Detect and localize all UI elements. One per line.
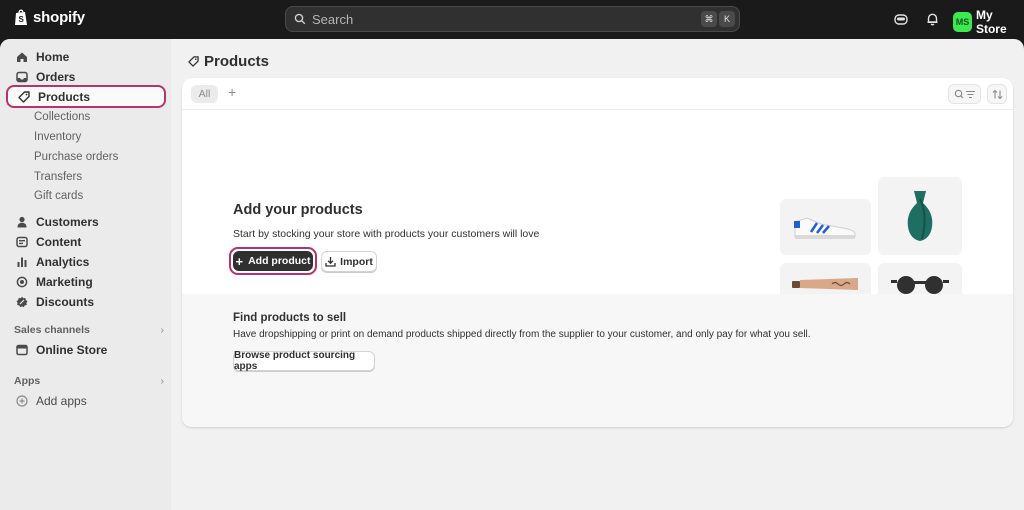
sneaker-illustration [780,199,871,255]
chevron-right-icon: › [160,375,165,387]
import-label: Import [340,255,373,268]
filter-bar: All + [182,78,1013,110]
person-icon [16,216,28,228]
products-card: All + Add your products Start by stockin… [182,78,1013,427]
tube-icon [791,278,858,290]
app-shell: Home Orders Products Collections Invento… [0,39,1024,510]
store-name: My Store [975,8,1007,36]
sidebar-item-analytics[interactable]: Analytics [6,251,166,273]
sidebar-item-products[interactable]: Products [6,85,166,108]
sneaker-icon [793,217,855,239]
avatar: MS [953,12,972,32]
search-placeholder: Search [312,11,354,27]
inbox-icon [16,71,28,83]
search-icon [294,13,306,25]
sidebar-item-marketing[interactable]: Marketing [6,271,166,293]
plus-circle-icon [16,395,28,407]
sidebar-item-discounts[interactable]: Discounts [6,291,166,313]
discount-icon [16,296,28,308]
add-product-label: Add product [248,255,311,267]
bar-chart-icon [16,256,28,268]
sidebar-item-label: Content [36,235,82,249]
sort-button[interactable] [987,84,1007,104]
search-filter-icon [954,89,975,98]
sidebar-item-label: Marketing [36,275,93,289]
page-title-text: Products [204,53,270,70]
svg-text:S: S [19,15,25,24]
sidebar-item-customers[interactable]: Customers [6,211,166,233]
find-products-section: Find products to sell Have dropshipping … [182,294,1013,427]
tag-icon [18,90,30,103]
search-filter-button[interactable] [948,84,981,104]
sidekick-icon[interactable] [893,11,909,27]
sidebar-item-purchase-orders[interactable]: Purchase orders [34,148,118,166]
sidebar-item-transfers[interactable]: Transfers [34,168,82,186]
sidebar-item-label: Products [38,89,91,104]
empty-state-description: Start by stocking your store with produc… [233,228,540,240]
sidebar-item-collections[interactable]: Collections [34,108,90,126]
find-products-heading: Find products to sell [233,312,347,324]
sales-channels-header[interactable]: Sales channels › [14,324,164,336]
top-bar: S shopify Search ⌘ K MS My Store [0,0,1024,39]
download-icon [325,257,336,267]
sidebar-item-label: Home [36,50,70,64]
shopify-logo[interactable]: S shopify [14,9,85,26]
sidebar-item-content[interactable]: Content [6,231,166,253]
sidebar-item-label: Analytics [36,255,90,269]
add-view-button[interactable]: + [228,84,236,100]
tag-icon [188,56,199,67]
chevron-right-icon: › [160,324,165,336]
target-icon [16,276,28,288]
vase-icon [907,191,933,241]
plus-icon: + [235,253,244,269]
empty-state-heading: Add your products [233,202,363,218]
store-icon [16,344,28,356]
sidebar-item-gift-cards[interactable]: Gift cards [34,187,83,205]
content-icon [16,236,28,248]
bell-icon[interactable] [924,11,940,27]
browse-sourcing-apps-button[interactable]: Browse product sourcing apps [233,350,375,372]
sidebar-item-label: Discounts [36,295,95,309]
sales-channels-label: Sales channels [14,324,90,336]
sidebar-item-label: Add apps [36,394,87,408]
shopify-bag-icon: S [15,9,27,25]
store-menu[interactable]: MS My Store [953,8,1024,36]
sidebar-item-label: Online Store [36,343,108,357]
add-product-highlight: + Add product [229,247,317,275]
sidebar: Home Orders Products Collections Invento… [0,39,171,510]
search-bar[interactable]: Search ⌘ K [285,6,740,32]
page-title: Products [188,53,269,70]
sidebar-item-online-store[interactable]: Online Store [6,339,166,361]
sidebar-item-label: Customers [36,215,99,229]
sidebar-item-home[interactable]: Home [6,46,166,68]
sidebar-item-add-apps[interactable]: Add apps [6,390,166,412]
vase-illustration [878,177,962,255]
add-product-button[interactable]: + Add product [233,251,313,271]
tab-all[interactable]: All [191,85,218,103]
apps-header[interactable]: Apps › [14,375,164,387]
import-button[interactable]: Import [321,251,377,272]
sort-icon [992,89,1002,99]
sunglasses-icon [891,276,949,294]
find-products-description: Have dropshipping or print on demand pro… [233,329,811,340]
command-key-badge: ⌘ [701,11,717,27]
sidebar-item-inventory[interactable]: Inventory [34,128,81,146]
sidebar-item-label: Orders [36,70,76,84]
apps-label: Apps [14,375,41,387]
empty-state: Add your products Start by stocking your… [182,110,1013,305]
brand-name: shopify [33,9,85,26]
k-key-badge: K [719,11,735,27]
home-icon [16,51,28,63]
